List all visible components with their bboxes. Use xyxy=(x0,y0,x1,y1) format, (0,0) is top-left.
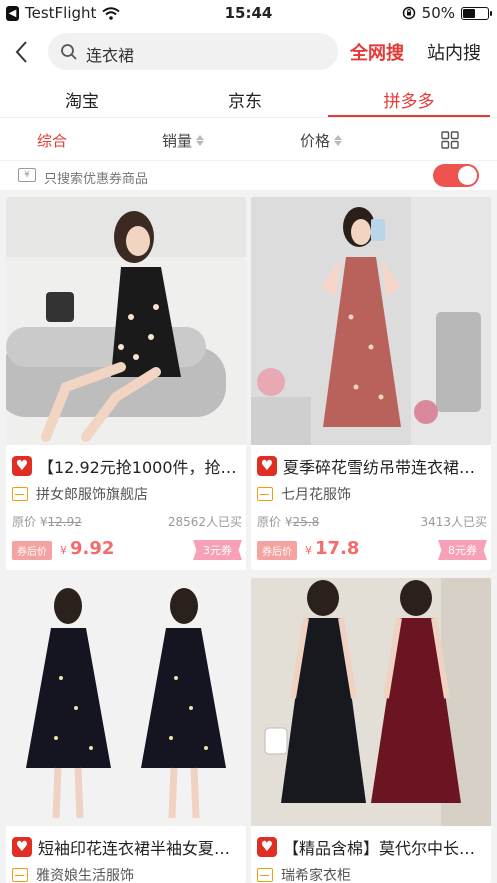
after-price-value: 9.92 xyxy=(70,538,115,559)
coupon-filter-label: 只搜索优惠券商品 xyxy=(44,172,149,187)
sort-arrows-icon xyxy=(196,135,205,146)
search-header: 连衣裙 全网搜 站内搜 xyxy=(0,26,497,78)
sort-sales-label: 销量 xyxy=(162,132,193,150)
product-photo xyxy=(6,578,246,826)
product-image[interactable] xyxy=(251,578,491,826)
shop-name: 七月花服饰 xyxy=(281,487,351,503)
currency-symbol: ¥ xyxy=(305,544,312,557)
product-photo xyxy=(6,197,246,445)
pinduoduo-badge-icon xyxy=(12,837,32,857)
shop-row: 雅资娘生活服饰 xyxy=(12,865,134,883)
status-bar: ◀ TestFlight 15:44 50% xyxy=(0,0,497,26)
product-card[interactable]: 短袖印花连衣裙半袖女夏… 雅资娘生活服饰 xyxy=(6,578,246,883)
product-image[interactable] xyxy=(251,197,491,445)
back-chevron-icon[interactable] xyxy=(12,38,32,66)
sort-comprehensive[interactable]: 综合 xyxy=(37,130,67,151)
coupon-only-toggle[interactable] xyxy=(433,164,479,187)
original-price: 原价 ¥12.92 xyxy=(12,513,82,530)
shop-icon xyxy=(257,487,273,501)
product-title: 夏季碎花雪纺吊带连衣裙… xyxy=(283,458,476,477)
product-photo xyxy=(251,578,491,826)
scope-all-web[interactable]: 全网搜 xyxy=(350,39,404,65)
toggle-knob xyxy=(458,166,477,185)
shop-row: 拼女郎服饰旗舰店 xyxy=(12,484,148,504)
pinduoduo-badge-icon xyxy=(257,456,277,476)
pinduoduo-badge-icon xyxy=(12,456,32,476)
shop-row: 七月花服饰 xyxy=(257,484,351,504)
coupon-icon: ¥ xyxy=(18,168,36,182)
product-card[interactable]: 夏季碎花雪纺吊带连衣裙… 七月花服饰 原价 ¥25.8 3413人已买 券后价 … xyxy=(251,197,491,570)
active-tab-indicator xyxy=(328,115,490,117)
search-icon xyxy=(61,44,77,60)
coupon-filter-bar: ¥ 只搜索优惠券商品 xyxy=(0,160,497,190)
after-coupon-tag: 券后价 xyxy=(257,541,297,560)
after-coupon-price: ¥17.8 xyxy=(305,538,359,559)
after-coupon-row: 券后价 ¥9.92 3元券 xyxy=(12,538,244,560)
battery-percent: 50% xyxy=(421,4,455,22)
shop-row: 瑞希家衣柜 xyxy=(257,865,351,883)
original-price-value: 25.8 xyxy=(292,515,320,529)
original-price-value: 12.92 xyxy=(47,515,82,529)
product-title-row: 夏季碎花雪纺吊带连衣裙… xyxy=(257,454,489,478)
shop-icon xyxy=(12,487,28,501)
product-image[interactable] xyxy=(6,197,246,445)
battery-icon xyxy=(461,6,492,20)
tab-taobao[interactable]: 淘宝 xyxy=(32,87,132,112)
product-title: 短袖印花连衣裙半袖女夏… xyxy=(38,839,231,858)
shop-icon xyxy=(257,868,273,882)
sort-price-label: 价格 xyxy=(300,132,331,150)
shop-name: 雅资娘生活服饰 xyxy=(36,868,134,883)
sort-arrows-icon xyxy=(334,135,343,146)
product-photo xyxy=(251,197,491,445)
product-title: 【精品含棉】莫代尔中长… xyxy=(283,839,476,858)
product-title-row: 【精品含棉】莫代尔中长… xyxy=(257,835,489,859)
currency-symbol: ¥ xyxy=(60,544,67,557)
sold-count: 28562人已买 xyxy=(167,515,242,529)
original-price-label: 原价 xyxy=(257,515,282,529)
pinduoduo-badge-icon xyxy=(257,837,277,857)
product-title: 【12.92元抢1000件，抢… xyxy=(38,458,237,477)
orientation-lock-icon xyxy=(402,6,415,20)
grid-view-icon[interactable] xyxy=(441,131,459,149)
sort-sales[interactable]: 销量 xyxy=(162,130,205,151)
product-card[interactable]: 【12.92元抢1000件，抢… 拼女郎服饰旗舰店 原价 ¥12.92 2856… xyxy=(6,197,246,570)
tab-jingdong[interactable]: 京东 xyxy=(195,87,295,112)
sort-price[interactable]: 价格 xyxy=(300,130,343,151)
sort-bar: 综合 销量 价格 xyxy=(0,118,497,160)
after-coupon-price: ¥9.92 xyxy=(60,538,114,559)
coupon-amount-tag[interactable]: 3元券 xyxy=(193,540,242,560)
tab-pinduoduo[interactable]: 拼多多 xyxy=(359,87,459,112)
shop-name: 瑞希家衣柜 xyxy=(281,868,351,883)
search-query: 连衣裙 xyxy=(86,46,135,65)
after-coupon-tag: 券后价 xyxy=(12,541,52,560)
product-card[interactable]: 【精品含棉】莫代尔中长… 瑞希家衣柜 xyxy=(251,578,491,883)
sort-comprehensive-label: 综合 xyxy=(37,132,68,150)
original-price-label: 原价 xyxy=(12,515,37,529)
product-title-row: 【12.92元抢1000件，抢… xyxy=(12,454,244,478)
product-title-row: 短袖印花连衣裙半袖女夏… xyxy=(12,835,244,859)
shop-icon xyxy=(12,868,28,882)
sold-count: 3413人已买 xyxy=(420,515,487,529)
after-coupon-row: 券后价 ¥17.8 8元券 xyxy=(257,538,489,560)
scope-in-site[interactable]: 站内搜 xyxy=(427,39,481,65)
platform-tabs: 淘宝 京东 拼多多 xyxy=(0,78,497,118)
coupon-amount-tag[interactable]: 8元券 xyxy=(438,540,487,560)
search-input[interactable]: 连衣裙 xyxy=(48,33,338,70)
shop-name: 拼女郎服饰旗舰店 xyxy=(36,487,148,503)
product-image[interactable] xyxy=(6,578,246,826)
after-price-value: 17.8 xyxy=(315,538,360,559)
original-price: 原价 ¥25.8 xyxy=(257,513,319,530)
